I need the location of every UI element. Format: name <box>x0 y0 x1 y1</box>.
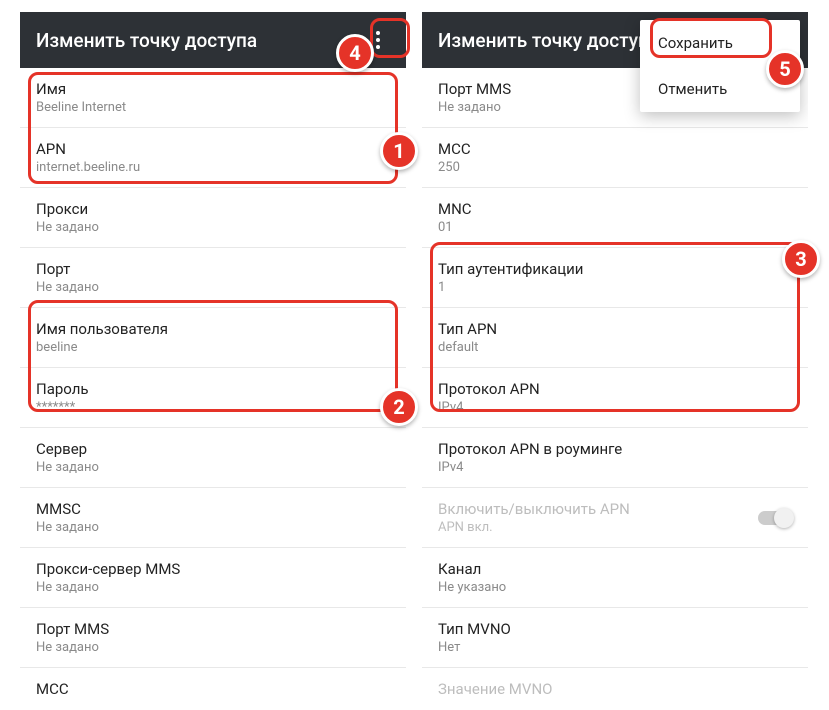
settings-row[interactable]: Порт Не задано <box>20 248 406 308</box>
badge-3: 3 <box>782 240 820 278</box>
settings-row[interactable]: MNC 01 <box>422 188 808 248</box>
phone-left: Изменить точку доступа Имя Beeline Intern… <box>20 12 406 698</box>
row-value: Не задано <box>36 280 390 295</box>
row-label: Имя пользователя <box>36 320 390 338</box>
toggle-switch[interactable] <box>758 511 792 525</box>
settings-row[interactable]: Протокол APN IPv4 <box>422 368 808 428</box>
settings-row[interactable]: Сервер Не задано <box>20 428 406 488</box>
settings-row[interactable]: Прокси Не задано <box>20 188 406 248</box>
row-label: Канал <box>438 560 792 578</box>
settings-row: Значение MVNO <box>422 668 808 698</box>
settings-row[interactable]: Порт MMS Не задано <box>20 608 406 668</box>
row-label: Тип аутентификации <box>438 260 792 278</box>
row-label: Порт <box>36 260 390 278</box>
settings-row[interactable]: Протокол APN в роуминге IPv4 <box>422 428 808 488</box>
row-label: Значение MVNO <box>438 680 792 698</box>
badge-2: 2 <box>380 388 418 426</box>
row-value: Не задано <box>36 460 390 475</box>
row-label: Прокси <box>36 200 390 218</box>
phone-right: Изменить точку доступа Порт MMSНе задано… <box>422 12 808 698</box>
appbar-title: Изменить точку доступа <box>36 29 257 52</box>
settings-row[interactable]: APN internet.beeline.ru <box>20 128 406 188</box>
badge-5: 5 <box>766 50 804 88</box>
badge-4: 4 <box>336 34 374 72</box>
settings-list-right: Порт MMSНе заданоMCC250MNC01Тип аутентиф… <box>422 68 808 698</box>
settings-list-left: Имя Beeline Internet APN internet.beeline.r… <box>20 68 406 698</box>
settings-row[interactable]: Тип аутентификации 1 <box>422 248 808 308</box>
row-label: Порт MMS <box>36 620 390 638</box>
row-label: MCC <box>438 140 792 158</box>
row-value: Нет <box>438 640 792 655</box>
row-label: Включить/выключить APN <box>438 500 630 518</box>
settings-row[interactable]: Тип MVNO Нет <box>422 608 808 668</box>
settings-row[interactable]: MMSC Не задано <box>20 488 406 548</box>
appbar-title: Изменить точку доступа <box>438 29 659 52</box>
row-value: Beeline Internet <box>36 100 390 115</box>
row-label: Тип APN <box>438 320 792 338</box>
row-value: default <box>438 340 792 355</box>
settings-row[interactable]: MCC <box>20 668 406 698</box>
row-value: Не задано <box>36 640 390 655</box>
row-label: Имя <box>36 80 390 98</box>
settings-row[interactable]: Имя Beeline Internet <box>20 68 406 128</box>
row-label: Протокол APN в роуминге <box>438 440 792 458</box>
row-value: internet.beeline.ru <box>36 160 390 175</box>
row-label: MCC <box>36 680 390 698</box>
row-value: Не задано <box>36 580 390 595</box>
settings-row[interactable]: Прокси-сервер MMS Не задано <box>20 548 406 608</box>
row-label: Пароль <box>36 380 390 398</box>
row-value: IPv4 <box>438 400 792 415</box>
row-value: 250 <box>438 160 792 175</box>
row-value: Не указано <box>438 580 792 595</box>
settings-row: Включить/выключить APN APN вкл. <box>422 488 808 548</box>
row-value: beeline <box>36 340 390 355</box>
row-label: MMSC <box>36 500 390 518</box>
row-value: 01 <box>438 220 792 235</box>
row-value: ******* <box>36 400 390 415</box>
settings-row[interactable]: Имя пользователя beeline <box>20 308 406 368</box>
settings-row[interactable]: Тип APN default <box>422 308 808 368</box>
row-label: MNC <box>438 200 792 218</box>
row-value: Не задано <box>36 520 390 535</box>
settings-row[interactable]: Канал Не указано <box>422 548 808 608</box>
row-label: Тип MVNO <box>438 620 792 638</box>
row-value: 1 <box>438 280 792 295</box>
row-label: Протокол APN <box>438 380 792 398</box>
row-value: IPv4 <box>438 460 792 475</box>
settings-row[interactable]: Пароль ******* <box>20 368 406 428</box>
row-label: APN <box>36 140 390 158</box>
row-value: Не задано <box>36 220 390 235</box>
row-label: Сервер <box>36 440 390 458</box>
row-label: Прокси-сервер MMS <box>36 560 390 578</box>
badge-1: 1 <box>380 132 418 170</box>
row-value: APN вкл. <box>438 520 630 535</box>
settings-row[interactable]: MCC 250 <box>422 128 808 188</box>
